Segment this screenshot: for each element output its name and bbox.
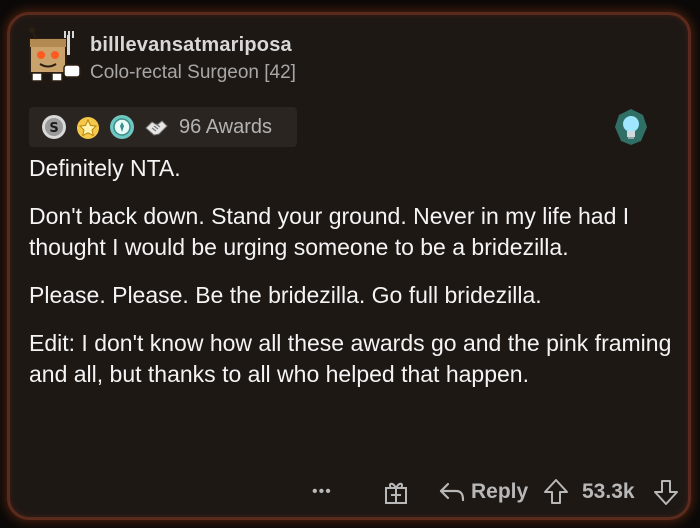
vote-score: 53.3k xyxy=(582,480,635,503)
reply-button[interactable]: Reply xyxy=(438,475,528,509)
more-icon: ••• xyxy=(312,483,332,500)
comment-card: billlevansatmariposa Colo-rectal Surgeon… xyxy=(7,12,691,520)
handshake-award-icon xyxy=(143,114,169,140)
user-avatar[interactable] xyxy=(24,25,82,85)
gift-award-icon xyxy=(385,482,407,504)
comment-paragraph: Edit: I don't know how all these awards … xyxy=(29,330,672,387)
give-award-button[interactable] xyxy=(382,475,410,509)
comment-paragraph: Don't back down. Stand your ground. Neve… xyxy=(29,203,630,260)
lightbulb-icon xyxy=(613,107,649,147)
silver-award-icon: S xyxy=(41,114,67,140)
user-flair: Colo-rectal Surgeon [42] xyxy=(90,62,296,83)
gold-award-icon xyxy=(75,114,101,140)
awards-bar[interactable]: S 96 Awards xyxy=(29,107,297,147)
comment-paragraph: Definitely NTA. xyxy=(29,155,181,181)
avatar-icon xyxy=(29,27,81,82)
awards-count: 96 Awards xyxy=(179,115,273,138)
more-options-button[interactable]: ••• xyxy=(312,475,332,509)
upvote-button[interactable] xyxy=(543,475,569,509)
comment-paragraph: Please. Please. Be the bridezilla. Go fu… xyxy=(29,282,542,308)
comment-actions: ••• Reply 53.3k xyxy=(10,475,694,509)
upvote-icon xyxy=(544,479,568,504)
comment-body: Definitely NTA. Don't back down. Stand y… xyxy=(29,153,679,407)
downvote-icon xyxy=(654,480,678,505)
platinum-award-icon xyxy=(109,114,135,140)
reply-arrow-icon xyxy=(439,482,465,502)
downvote-button[interactable] xyxy=(653,475,679,509)
svg-text:S: S xyxy=(49,121,58,136)
username[interactable]: billlevansatmariposa xyxy=(90,34,292,57)
reply-label: Reply xyxy=(471,480,529,503)
